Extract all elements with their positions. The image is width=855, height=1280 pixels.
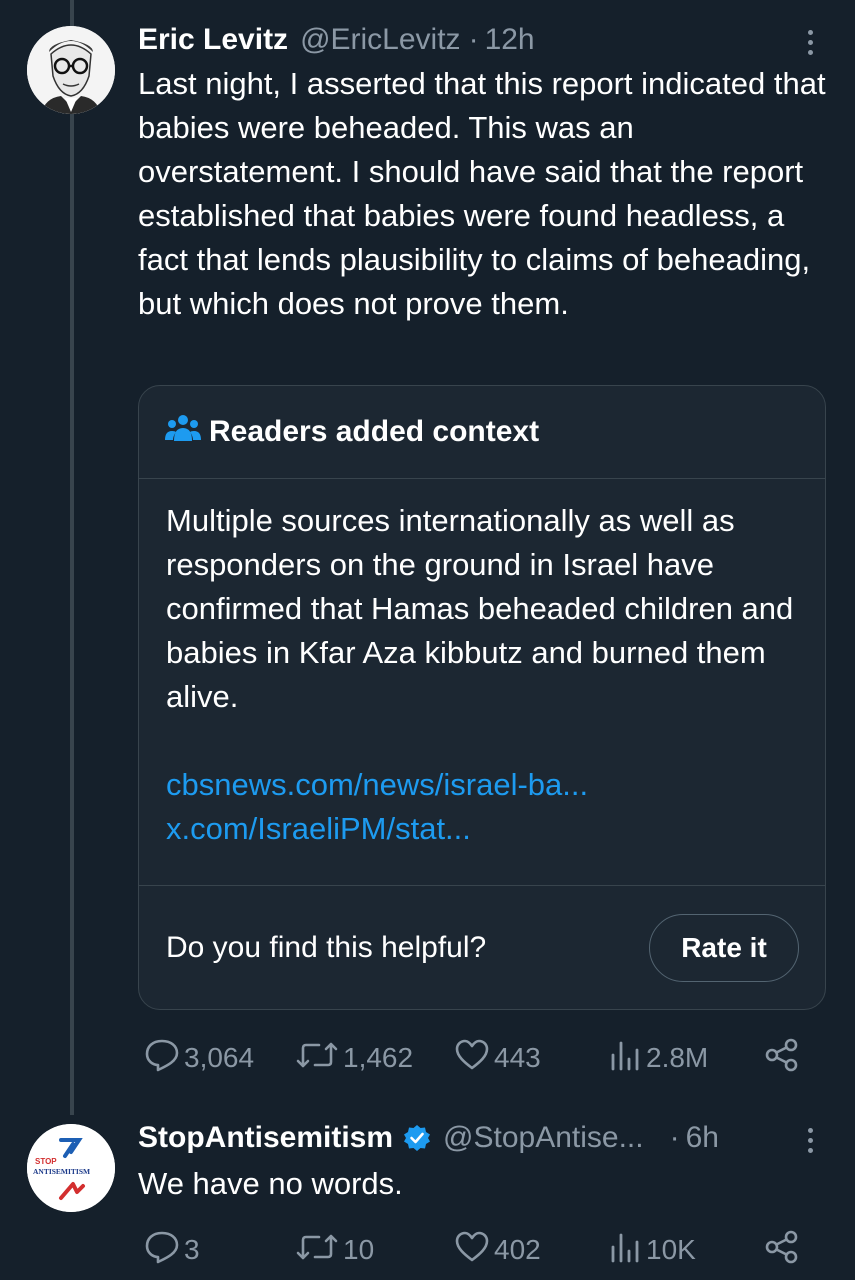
reply-icon bbox=[144, 1230, 184, 1271]
author-handle[interactable]: @EricLevitz bbox=[300, 23, 461, 57]
repost-button[interactable]: 1,462 bbox=[295, 1038, 413, 1078]
more-icon[interactable] bbox=[802, 30, 818, 55]
note-header: Readers added context bbox=[139, 386, 825, 479]
views-icon bbox=[608, 1039, 646, 1078]
note-link-x[interactable]: x.com/IsraeliPM/stat... bbox=[166, 807, 797, 851]
repost-icon bbox=[295, 1232, 343, 1269]
separator-dot: · bbox=[468, 23, 479, 56]
like-count: 402 bbox=[494, 1234, 541, 1265]
timestamp[interactable]: 6h bbox=[686, 1121, 719, 1155]
avatar-stop-text: STOP bbox=[35, 1157, 57, 1166]
separator-dot: · bbox=[669, 1121, 680, 1154]
share-icon bbox=[764, 1230, 804, 1271]
author-handle[interactable]: @StopAntise... bbox=[443, 1121, 644, 1155]
more-icon[interactable] bbox=[802, 1128, 818, 1153]
share-button[interactable] bbox=[764, 1038, 804, 1078]
avatar-antisemitism-text: ANTISEMITISM bbox=[33, 1167, 90, 1176]
tweet-actions: 3,064 1,462 443 2.8M bbox=[140, 1038, 800, 1078]
avatar[interactable]: STOP ANTISEMITISM bbox=[27, 1124, 115, 1212]
rate-it-button[interactable]: Rate it bbox=[649, 913, 799, 982]
repost-button[interactable]: 10 bbox=[295, 1230, 374, 1270]
note-text: Multiple sources internationally as well… bbox=[166, 503, 794, 714]
note-title: Readers added context bbox=[209, 415, 540, 448]
tweet-text: We have no words. bbox=[138, 1166, 403, 1201]
reply-count: 3 bbox=[184, 1234, 200, 1265]
views-button[interactable]: 10K bbox=[608, 1230, 696, 1270]
tweet-actions: 3 10 402 10K bbox=[140, 1230, 800, 1270]
views-button[interactable]: 2.8M bbox=[608, 1038, 708, 1078]
author-name[interactable]: StopAntisemitism bbox=[138, 1121, 393, 1155]
tweet-text: Last night, I asserted that this report … bbox=[138, 66, 826, 321]
note-footer: Do you find this helpful? Rate it bbox=[139, 885, 825, 1009]
share-button[interactable] bbox=[764, 1230, 804, 1270]
views-count: 2.8M bbox=[646, 1042, 709, 1073]
reply-button[interactable]: 3 bbox=[144, 1230, 200, 1270]
tweet-header: Eric Levitz @EricLevitz · 12h bbox=[138, 20, 535, 60]
community-note: Readers added context Multiple sources i… bbox=[138, 385, 826, 1010]
thread-connector-line bbox=[70, 0, 74, 1115]
repost-icon bbox=[295, 1040, 343, 1077]
repost-count: 1,462 bbox=[343, 1042, 414, 1073]
reply-count: 3,064 bbox=[184, 1042, 255, 1073]
like-icon bbox=[454, 1231, 494, 1270]
verified-badge-icon bbox=[403, 1124, 431, 1152]
author-name[interactable]: Eric Levitz bbox=[138, 23, 288, 57]
repost-count: 10 bbox=[343, 1234, 375, 1265]
tweet-header: StopAntisemitism @StopAntise... · 6h bbox=[138, 1118, 719, 1158]
like-button[interactable]: 443 bbox=[454, 1038, 541, 1078]
readers-icon bbox=[165, 413, 209, 451]
views-count: 10K bbox=[646, 1234, 696, 1265]
reply-icon bbox=[144, 1038, 184, 1079]
like-count: 443 bbox=[494, 1042, 541, 1073]
helpful-question: Do you find this helpful? bbox=[166, 930, 487, 964]
note-link-cbs[interactable]: cbsnews.com/news/israel-ba... bbox=[166, 763, 797, 807]
like-icon bbox=[454, 1039, 494, 1078]
timestamp[interactable]: 12h bbox=[485, 23, 535, 57]
share-icon bbox=[764, 1038, 804, 1079]
views-icon bbox=[608, 1231, 646, 1270]
like-button[interactable]: 402 bbox=[454, 1230, 541, 1270]
note-body: Multiple sources internationally as well… bbox=[139, 479, 825, 863]
avatar[interactable] bbox=[27, 26, 115, 114]
reply-button[interactable]: 3,064 bbox=[144, 1038, 254, 1078]
